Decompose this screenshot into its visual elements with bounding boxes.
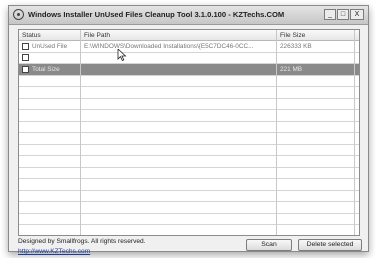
empty-row [19, 179, 359, 191]
maximize-button[interactable]: □ [337, 9, 349, 20]
mouse-cursor-icon [117, 49, 127, 61]
column-header-file-path[interactable]: File Path [84, 32, 110, 39]
credit-text: Designed by Smallfrogs. All rights reser… [18, 238, 146, 245]
total-size-value: 221 MB [280, 65, 303, 73]
empty-row [19, 87, 359, 99]
file-path-cell: E:\WINDOWS\Downloaded Installations\{E5C… [84, 42, 254, 50]
empty-row [19, 99, 359, 110]
app-icon [13, 9, 24, 20]
files-table[interactable]: Status File Path File Size UnUsed File E… [18, 29, 360, 236]
empty-row [19, 110, 359, 122]
title-bar[interactable]: Windows Installer UnUsed Files Cleanup T… [9, 6, 368, 25]
empty-row [19, 202, 359, 214]
empty-row [19, 225, 359, 235]
column-divider [354, 30, 355, 235]
column-header-file-size[interactable]: File Size [280, 32, 305, 39]
empty-row [19, 168, 359, 179]
empty-row [19, 156, 359, 168]
table-row[interactable] [19, 53, 359, 64]
empty-row [19, 214, 359, 225]
footer: Designed by Smallfrogs. All rights reser… [18, 237, 146, 257]
close-button[interactable]: X [350, 9, 364, 20]
empty-row [19, 145, 359, 156]
empty-row [19, 133, 359, 145]
table-header: Status File Path File Size [19, 30, 359, 41]
status-cell: UnUsed File [32, 42, 68, 50]
delete-selected-button[interactable]: Delete selected [298, 239, 362, 251]
row-checkbox[interactable] [22, 42, 29, 50]
scan-button[interactable]: Scan [246, 239, 292, 251]
table-row[interactable]: UnUsed File E:\WINDOWS\Downloaded Instal… [19, 41, 359, 53]
total-label: Total Size [32, 65, 60, 73]
empty-row [19, 191, 359, 202]
total-row[interactable]: Total Size 221 MB [19, 64, 359, 76]
file-size-cell: 226333 KB [280, 42, 312, 50]
column-divider[interactable] [276, 30, 277, 235]
column-divider[interactable] [80, 30, 81, 235]
row-checkbox[interactable] [22, 65, 29, 73]
table-rows: UnUsed File E:\WINDOWS\Downloaded Instal… [19, 41, 359, 235]
website-link[interactable]: http://www.KZTechs.com [18, 247, 146, 257]
row-checkbox[interactable] [22, 54, 29, 61]
app-window: Windows Installer UnUsed Files Cleanup T… [8, 5, 369, 255]
empty-row [19, 76, 359, 87]
minimize-button[interactable]: _ [324, 9, 336, 20]
column-header-status[interactable]: Status [22, 32, 41, 39]
window-controls: _ □ X [324, 9, 364, 20]
empty-row [19, 122, 359, 133]
window-title: Windows Installer UnUsed Files Cleanup T… [28, 10, 285, 19]
